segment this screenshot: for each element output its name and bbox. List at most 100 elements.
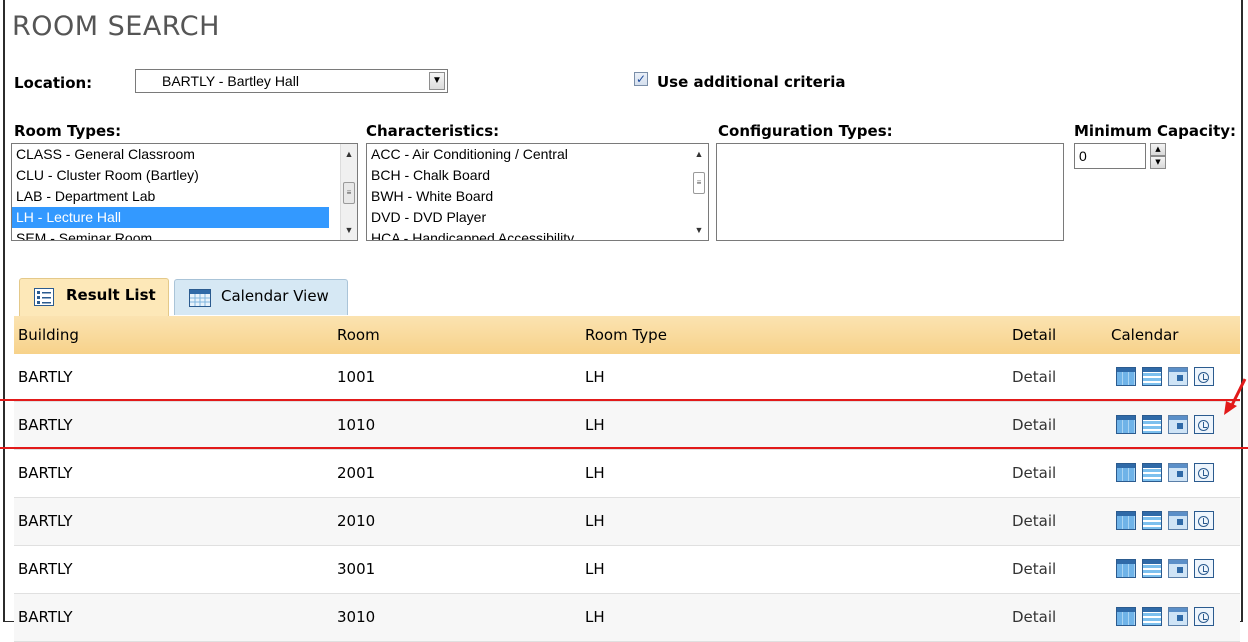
use-criteria-checkbox[interactable]: ✓ [634, 72, 648, 86]
room-cell: 2010 [337, 512, 376, 530]
characteristics-label: Characteristics: [366, 122, 500, 140]
room-cell: 3010 [337, 608, 376, 626]
building-cell: BARTLY [18, 464, 73, 482]
column-header-calendar[interactable]: Calendar [1111, 326, 1178, 344]
minimum-capacity-input[interactable]: 0 [1074, 143, 1146, 169]
capacity-value: 0 [1079, 148, 1087, 164]
list-item[interactable]: HCA - Handicapped Accessibility [367, 228, 708, 240]
column-header-room[interactable]: Room [337, 326, 380, 344]
calendar-icons [1116, 463, 1220, 483]
week-calendar-icon[interactable] [1142, 511, 1162, 530]
tab-calendar-view[interactable]: Calendar View [174, 279, 348, 315]
building-cell: BARTLY [18, 368, 73, 386]
tab-label: Result List [66, 286, 156, 304]
room-cell: 2001 [337, 464, 376, 482]
detail-link[interactable]: Detail [1012, 416, 1056, 434]
list-item[interactable]: CLU - Cluster Room (Bartley) [12, 165, 357, 186]
month-calendar-icon[interactable] [1116, 559, 1136, 578]
calendar-icon [189, 289, 211, 307]
scroll-thumb[interactable]: ≡ [693, 172, 705, 194]
month-calendar-icon[interactable] [1116, 511, 1136, 530]
detail-link[interactable]: Detail [1012, 464, 1056, 482]
room-types-list[interactable]: CLASS - General Classroom CLU - Cluster … [11, 143, 358, 241]
list-item[interactable]: ACC - Air Conditioning / Central [367, 144, 708, 165]
location-label: Location: [14, 74, 93, 92]
week-calendar-icon[interactable] [1142, 559, 1162, 578]
spin-up-icon[interactable]: ▲ [1150, 143, 1166, 156]
room-cell: 1010 [337, 416, 376, 434]
day-calendar-icon[interactable] [1168, 463, 1188, 482]
characteristics-list[interactable]: ACC - Air Conditioning / Central BCH - C… [366, 143, 709, 241]
clock-icon[interactable] [1194, 367, 1214, 386]
capacity-stepper[interactable]: ▲ ▼ [1150, 143, 1166, 169]
month-calendar-icon[interactable] [1116, 607, 1136, 626]
clock-icon[interactable] [1194, 607, 1214, 626]
scroll-up-icon[interactable]: ▲ [691, 146, 707, 162]
list-item[interactable]: CLASS - General Classroom [12, 144, 357, 165]
scrollbar[interactable]: ▲ ≡ ▼ [340, 144, 357, 240]
building-cell: BARTLY [18, 560, 73, 578]
day-calendar-icon[interactable] [1168, 511, 1188, 530]
building-cell: BARTLY [18, 512, 73, 530]
day-calendar-icon[interactable] [1168, 559, 1188, 578]
day-calendar-icon[interactable] [1168, 607, 1188, 626]
room-type-cell: LH [585, 368, 605, 386]
scroll-down-icon[interactable]: ▼ [341, 222, 357, 238]
clock-icon[interactable] [1194, 463, 1214, 482]
scroll-up-icon[interactable]: ▲ [341, 146, 357, 162]
spin-down-icon[interactable]: ▼ [1150, 156, 1166, 169]
location-select[interactable]: BARTLY - Bartley Hall ▼ [135, 69, 448, 93]
column-header-building[interactable]: Building [18, 326, 79, 344]
scrollbar[interactable]: ▲ ≡ ▼ [691, 144, 708, 240]
week-calendar-icon[interactable] [1142, 463, 1162, 482]
detail-link[interactable]: Detail [1012, 368, 1056, 386]
highlight-line-top [0, 399, 1240, 401]
room-cell: 1001 [337, 368, 376, 386]
list-item[interactable]: BCH - Chalk Board [367, 165, 708, 186]
configuration-types-list[interactable] [716, 143, 1064, 241]
list-item-selected[interactable]: LH - Lecture Hall [12, 207, 329, 228]
location-value: BARTLY - Bartley Hall [162, 73, 299, 89]
calendar-icons [1116, 559, 1220, 579]
minimum-capacity-label: Minimum Capacity: [1074, 122, 1237, 140]
room-type-cell: LH [585, 512, 605, 530]
chevron-down-icon[interactable]: ▼ [429, 72, 445, 90]
week-calendar-icon[interactable] [1142, 607, 1162, 626]
detail-link[interactable]: Detail [1012, 608, 1056, 626]
room-type-cell: LH [585, 464, 605, 482]
clock-icon[interactable] [1194, 559, 1214, 578]
day-calendar-icon[interactable] [1168, 367, 1188, 386]
room-cell: 3001 [337, 560, 376, 578]
clock-icon[interactable] [1194, 511, 1214, 530]
table-row[interactable]: BARTLY 3010 LH Detail [14, 594, 1240, 642]
scroll-thumb[interactable]: ≡ [343, 182, 355, 204]
calendar-icons [1116, 511, 1220, 531]
clock-icon[interactable] [1194, 415, 1214, 434]
building-cell: BARTLY [18, 608, 73, 626]
column-header-room-type[interactable]: Room Type [585, 326, 667, 344]
week-calendar-icon[interactable] [1142, 415, 1162, 434]
table-row[interactable]: BARTLY 2010 LH Detail [14, 498, 1240, 546]
month-calendar-icon[interactable] [1116, 367, 1136, 386]
tab-result-list[interactable]: Result List [19, 278, 169, 316]
room-type-cell: LH [585, 416, 605, 434]
list-item[interactable]: DVD - DVD Player [367, 207, 708, 228]
table-row[interactable]: BARTLY 1010 LH Detail [14, 402, 1240, 450]
month-calendar-icon[interactable] [1116, 463, 1136, 482]
month-calendar-icon[interactable] [1116, 415, 1136, 434]
scroll-down-icon[interactable]: ▼ [691, 222, 707, 238]
table-row[interactable]: BARTLY 1001 LH Detail [14, 354, 1240, 402]
list-item[interactable]: SEM - Seminar Room [12, 228, 357, 240]
list-item[interactable]: LAB - Department Lab [12, 186, 357, 207]
column-header-detail[interactable]: Detail [1012, 326, 1056, 344]
table-row[interactable]: BARTLY 3001 LH Detail [14, 546, 1240, 594]
table-row[interactable]: BARTLY 2001 LH Detail [14, 450, 1240, 498]
week-calendar-icon[interactable] [1142, 367, 1162, 386]
detail-link[interactable]: Detail [1012, 560, 1056, 578]
list-item[interactable]: BWH - White Board [367, 186, 708, 207]
list-icon [34, 288, 54, 306]
use-criteria-label: Use additional criteria [657, 73, 846, 91]
room-types-label: Room Types: [14, 122, 122, 140]
detail-link[interactable]: Detail [1012, 512, 1056, 530]
day-calendar-icon[interactable] [1168, 415, 1188, 434]
